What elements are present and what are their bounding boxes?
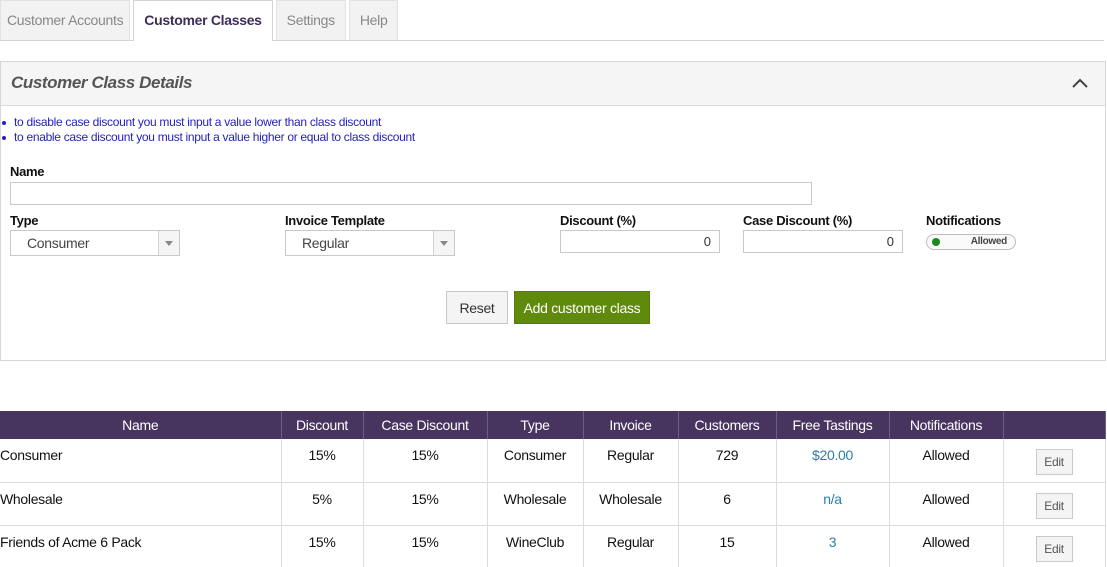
column-header-notifications[interactable]: Notifications (889, 411, 1004, 439)
cell-name: Consumer (0, 439, 282, 483)
cell-name: Wholesale (0, 482, 282, 526)
discount-label: Discount (%) (560, 213, 636, 228)
type-select[interactable]: Consumer (10, 230, 180, 256)
table-row: Wholesale 5% 15% Wholesale Wholesale 6 n… (0, 482, 1106, 526)
cell-free-tastings-link[interactable]: n/a (776, 482, 890, 526)
table-row: Consumer 15% 15% Consumer Regular 729 $2… (0, 439, 1106, 483)
panel-header: Customer Class Details (1, 62, 1105, 106)
cell-notifications: Allowed (889, 439, 1004, 483)
cell-notifications: Allowed (889, 525, 1004, 567)
bullet-icon (2, 120, 6, 125)
column-header-actions (1003, 411, 1106, 439)
column-header-invoice[interactable]: Invoice (583, 411, 679, 439)
toggle-label: Allowed (970, 236, 1008, 247)
chevron-down-icon (440, 241, 448, 246)
cell-customers: 15 (678, 525, 777, 567)
reset-button[interactable]: Reset (446, 291, 508, 324)
column-header-customers[interactable]: Customers (678, 411, 777, 439)
cell-discount: 15% (281, 525, 364, 567)
cell-type: Wholesale (487, 482, 584, 526)
tab-customer-accounts[interactable]: Customer Accounts (0, 0, 131, 40)
cell-actions: Edit (1003, 482, 1106, 526)
cell-invoice: Wholesale (583, 482, 679, 526)
cell-type: WineClub (487, 525, 584, 567)
cell-discount: 15% (281, 439, 364, 483)
column-header-discount[interactable]: Discount (281, 411, 364, 439)
cell-free-tastings-link[interactable]: 3 (776, 525, 890, 567)
column-header-name[interactable]: Name (0, 411, 282, 439)
column-header-type[interactable]: Type (487, 411, 584, 439)
note-text: to enable case discount you must input a… (14, 130, 415, 144)
cell-customers: 6 (678, 482, 777, 526)
chevron-down-icon (165, 241, 173, 246)
toggle-knob (932, 238, 940, 246)
cell-notifications: Allowed (889, 482, 1004, 526)
tab-customer-classes[interactable]: Customer Classes (133, 0, 273, 41)
select-arrow[interactable] (433, 231, 454, 255)
name-input[interactable] (10, 182, 812, 205)
panel-title: Customer Class Details (11, 73, 193, 92)
cell-case-discount: 15% (363, 439, 488, 483)
column-header-case-discount[interactable]: Case Discount (363, 411, 488, 439)
cell-customers: 729 (678, 439, 777, 483)
discount-input[interactable] (560, 230, 720, 253)
tab-bar: Customer Accounts Customer Classes Setti… (0, 0, 1104, 41)
chevron-up-icon[interactable] (1069, 72, 1091, 94)
edit-button[interactable]: Edit (1035, 535, 1073, 562)
cell-invoice: Regular (583, 525, 679, 567)
add-customer-class-button[interactable]: Add customer class (514, 291, 650, 324)
invoice-template-select[interactable]: Regular (285, 230, 455, 256)
customer-classes-table: Name Discount Case Discount Type Invoice… (0, 411, 1106, 567)
cell-actions: Edit (1003, 525, 1106, 567)
invoice-template-label: Invoice Template (285, 213, 385, 228)
cell-case-discount: 15% (363, 482, 488, 526)
cell-actions: Edit (1003, 439, 1106, 483)
note-text: to disable case discount you must input … (14, 115, 381, 129)
bullet-icon (2, 135, 6, 140)
cell-invoice: Regular (583, 439, 679, 483)
invoice-select-value: Regular (302, 235, 349, 251)
cell-free-tastings-link[interactable]: $20.00 (776, 439, 890, 483)
case-discount-label: Case Discount (%) (743, 213, 853, 228)
select-arrow[interactable] (158, 231, 179, 255)
cell-case-discount: 15% (363, 525, 488, 567)
name-label: Name (10, 164, 45, 179)
notifications-toggle[interactable]: Allowed (926, 234, 1016, 250)
type-select-value: Consumer (27, 235, 90, 251)
table-row: Friends of Acme 6 Pack 15% 15% WineClub … (0, 525, 1106, 567)
cell-type: Consumer (487, 439, 584, 483)
edit-button[interactable]: Edit (1035, 449, 1073, 475)
tab-settings[interactable]: Settings (275, 0, 346, 40)
column-header-free-tastings[interactable]: Free Tastings (776, 411, 890, 439)
edit-button[interactable]: Edit (1035, 492, 1073, 519)
note-item: to disable case discount you must input … (2, 115, 381, 130)
cell-name: Friends of Acme 6 Pack (0, 525, 282, 567)
cell-discount: 5% (281, 482, 364, 526)
case-discount-input[interactable] (743, 230, 903, 253)
note-item: to enable case discount you must input a… (2, 130, 415, 145)
table-header-row: Name Discount Case Discount Type Invoice… (0, 411, 1106, 439)
tab-help[interactable]: Help (348, 0, 399, 40)
type-label: Type (10, 213, 39, 228)
notifications-label: Notifications (926, 213, 1001, 228)
